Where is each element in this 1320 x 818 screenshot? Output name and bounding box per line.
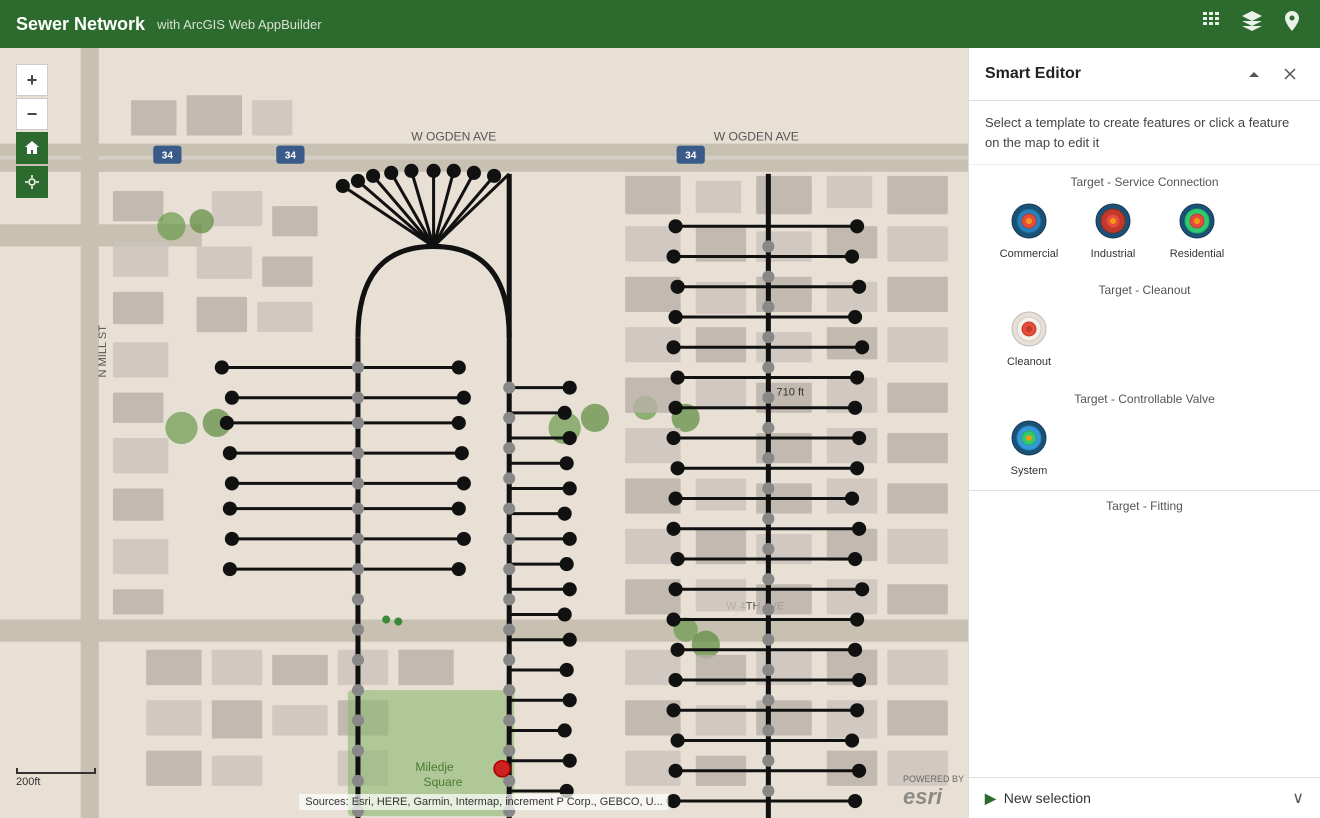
svg-text:34: 34 xyxy=(685,151,697,162)
residential-label: Residential xyxy=(1170,247,1224,261)
template-item-cleanout[interactable]: Cleanout xyxy=(993,307,1065,369)
map-attribution: Sources: Esri, HERE, Garmin, Intermap, i… xyxy=(299,794,668,810)
residential-icon-wrap xyxy=(1175,199,1219,243)
cleanout-items: Cleanout xyxy=(985,307,1304,369)
svg-text:W OGDEN AVE: W OGDEN AVE xyxy=(411,130,496,144)
smart-editor-description: Select a template to create features or … xyxy=(969,101,1320,165)
industrial-label: Industrial xyxy=(1091,247,1136,261)
template-item-system[interactable]: System xyxy=(993,416,1065,478)
section-service-connection-title: Target - Service Connection xyxy=(985,175,1304,189)
svg-text:Square: Square xyxy=(424,775,463,789)
home-button[interactable] xyxy=(16,132,48,164)
close-button[interactable] xyxy=(1276,60,1304,88)
svg-text:N MILL ST: N MILL ST xyxy=(97,325,109,378)
esri-logo-text: esri xyxy=(903,784,964,810)
map-controls: + − xyxy=(16,64,48,198)
industrial-icon xyxy=(1095,203,1131,239)
section-controllable-valve-title: Target - Controllable Valve xyxy=(985,392,1304,406)
svg-text:34: 34 xyxy=(162,151,174,162)
cleanout-icon-wrap xyxy=(1007,307,1051,351)
section-cleanout-title: Target - Cleanout xyxy=(985,283,1304,297)
top-bar-right-icons xyxy=(1200,9,1304,39)
collapse-button[interactable] xyxy=(1240,60,1268,88)
service-connection-items: Commercial Industrial xyxy=(985,199,1304,261)
location-icon[interactable] xyxy=(1280,9,1304,39)
smart-editor-title: Smart Editor xyxy=(985,65,1240,83)
app-subtitle: with ArcGIS Web AppBuilder xyxy=(157,17,322,32)
system-icon-wrap xyxy=(1007,416,1051,460)
smart-editor-footer: ▶ New selection ∨ xyxy=(969,777,1320,818)
scale-line xyxy=(16,768,96,774)
new-selection-label: New selection xyxy=(1004,790,1293,806)
layers-icon[interactable] xyxy=(1240,9,1264,39)
svg-text:710 ft: 710 ft xyxy=(776,387,804,399)
commercial-label: Commercial xyxy=(1000,247,1059,261)
map-svg: 34 34 34 W OGDEN AVE W OGDEN AVE N MILL … xyxy=(0,48,968,818)
smart-editor-header-icons xyxy=(1240,60,1304,88)
app-title: Sewer Network xyxy=(16,14,145,35)
scale-bar: 200ft xyxy=(16,768,96,788)
new-selection-arrow-icon: ▶ xyxy=(985,790,996,807)
zoom-out-button[interactable]: − xyxy=(16,98,48,130)
cleanout-icon xyxy=(1011,311,1047,347)
scale-label: 200ft xyxy=(16,776,40,788)
section-cleanout: Target - Cleanout Cleanout xyxy=(969,273,1320,381)
controllable-valve-items: System xyxy=(985,416,1304,478)
esri-logo: POWERED BY esri xyxy=(903,774,964,810)
industrial-icon-wrap xyxy=(1091,199,1135,243)
section-controllable-valve: Target - Controllable Valve Syst xyxy=(969,382,1320,490)
section-service-connection: Target - Service Connection Comm xyxy=(969,165,1320,273)
residential-icon xyxy=(1179,203,1215,239)
svg-text:W OGDEN AVE: W OGDEN AVE xyxy=(714,130,799,144)
smart-editor-header: Smart Editor xyxy=(969,48,1320,101)
top-bar: Sewer Network with ArcGIS Web AppBuilder xyxy=(0,0,1320,48)
section-fitting-header: Target - Fitting xyxy=(969,490,1320,521)
locate-button[interactable] xyxy=(16,166,48,198)
new-selection-button[interactable]: ▶ New selection ∨ xyxy=(969,778,1320,818)
powered-by-label: POWERED BY xyxy=(903,774,964,784)
smart-editor-content[interactable]: Target - Service Connection Comm xyxy=(969,165,1320,777)
commercial-icon xyxy=(1011,203,1047,239)
system-label: System xyxy=(1011,464,1048,478)
template-item-commercial[interactable]: Commercial xyxy=(993,199,1065,261)
section-fitting-title: Target - Fitting xyxy=(985,499,1304,513)
grid-icon[interactable] xyxy=(1200,9,1224,39)
map-container[interactable]: 34 34 34 W OGDEN AVE W OGDEN AVE N MILL … xyxy=(0,48,968,818)
commercial-icon-wrap xyxy=(1007,199,1051,243)
main-area: 34 34 34 W OGDEN AVE W OGDEN AVE N MILL … xyxy=(0,48,1320,818)
cleanout-label: Cleanout xyxy=(1007,355,1051,369)
new-selection-chevron-icon: ∨ xyxy=(1292,788,1304,808)
template-item-residential[interactable]: Residential xyxy=(1161,199,1233,261)
smart-editor-panel: Smart Editor Select a template to create… xyxy=(968,48,1320,818)
svg-text:Miledje: Miledje xyxy=(415,760,454,774)
system-icon xyxy=(1011,420,1047,456)
svg-text:34: 34 xyxy=(285,151,297,162)
template-item-industrial[interactable]: Industrial xyxy=(1077,199,1149,261)
zoom-in-button[interactable]: + xyxy=(16,64,48,96)
